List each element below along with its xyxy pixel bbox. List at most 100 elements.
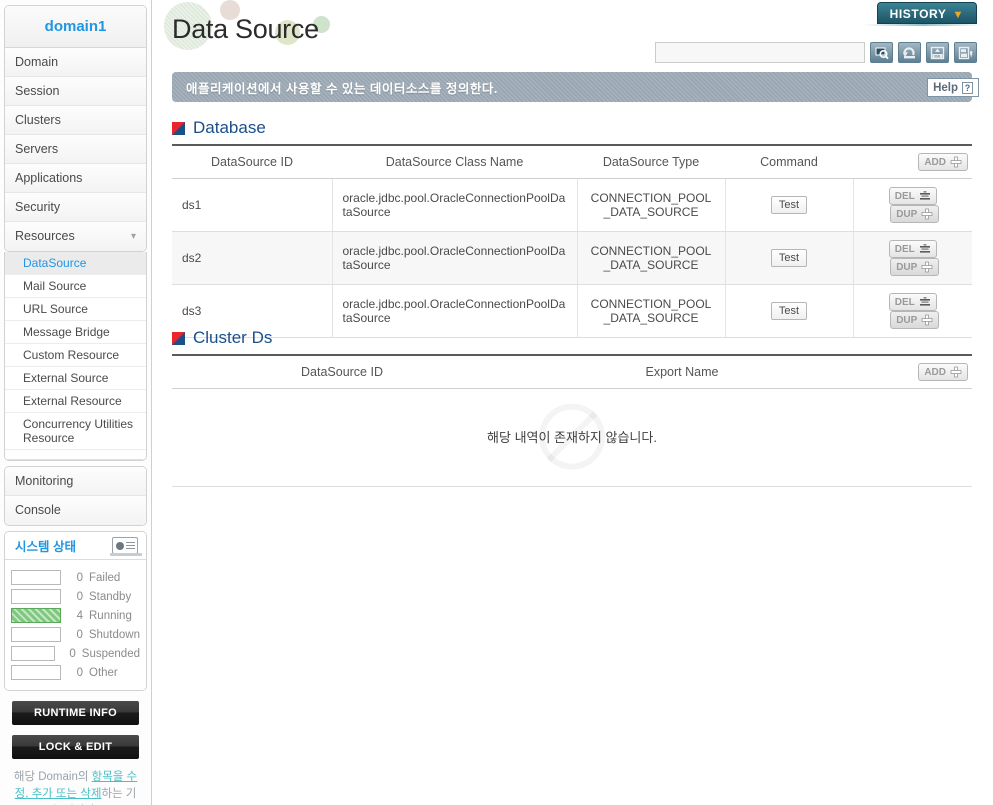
- sidebar-sub-spacer: [5, 450, 146, 460]
- delete-button[interactable]: DEL: [888, 293, 937, 311]
- del-label: DEL: [894, 243, 915, 255]
- sidebar-sub-card: DataSource Mail Source URL Source Message B…: [4, 252, 147, 461]
- database-section: Database DataSource ID DataSource Class …: [172, 118, 972, 338]
- trash-icon: [919, 191, 930, 200]
- cell-actions: DEL DUP: [853, 178, 972, 232]
- sidebar-subitem-url-source[interactable]: URL Source: [5, 298, 146, 321]
- sidebar-item-monitoring[interactable]: Monitoring: [5, 467, 146, 496]
- sidebar: domain1 Domain Session Clusters Servers Appl…: [0, 0, 152, 805]
- refresh-glyph: [903, 46, 915, 58]
- status-count: 0: [76, 666, 83, 679]
- page-title: Data Source: [172, 14, 319, 44]
- chevron-down-icon: ▼: [952, 9, 964, 21]
- status-row-shutdown: 0 Shutdown: [11, 625, 140, 644]
- column-datasource-id: DataSource ID: [172, 144, 332, 179]
- pie-glyph: [116, 541, 124, 550]
- cell-datasource-id: ds2: [172, 231, 333, 285]
- delete-button[interactable]: DEL: [888, 240, 937, 258]
- sidebar-subitem-label: Custom Resource: [23, 348, 120, 362]
- cluster-ds-add-button[interactable]: ADD: [918, 363, 968, 381]
- sidebar-item-domain[interactable]: Domain: [5, 48, 146, 77]
- sidebar-subitem-label: Mail Source: [23, 279, 87, 293]
- status-label: Shutdown: [88, 628, 140, 641]
- sidebar-item-console[interactable]: Console: [5, 496, 146, 525]
- duplicate-button[interactable]: DUP: [890, 311, 940, 329]
- runtime-info-button[interactable]: RUNTIME INFO: [12, 701, 139, 725]
- sidebar-item-clusters[interactable]: Clusters: [5, 106, 146, 135]
- sidebar-subitem-datasource[interactable]: DataSource: [5, 252, 146, 275]
- sidebar-primary-nav: Domain Session Clusters Servers Applications…: [5, 48, 146, 251]
- cluster-ds-section-header: Cluster Ds: [172, 328, 972, 348]
- system-status-card: 시스템 상태 0 Failed 0 Standby 4 Running 0 Shutdown 0…: [4, 531, 147, 691]
- lock-edit-button[interactable]: LOCK & EDIT: [12, 735, 139, 759]
- note-prefix: 해당 Domain의: [13, 771, 92, 783]
- column-datasource-type: DataSource Type: [577, 144, 725, 179]
- sidebar-subitem-label: External Resource: [23, 394, 122, 408]
- sidebar-subitem-message-bridge[interactable]: Message Bridge: [5, 321, 146, 344]
- cluster-ds-section: Cluster Ds DataSource ID Export Name ADD: [172, 328, 972, 487]
- sidebar-subitem-label: Concurrency Utilities Resource: [23, 417, 134, 445]
- sidebar-subitem-label: External Source: [23, 371, 109, 385]
- database-section-header: Database: [172, 118, 972, 138]
- status-bar: [11, 646, 56, 661]
- cluster-ds-empty-message: 해당 내역이 존재하지 않습니다.: [172, 389, 972, 487]
- status-bar: [11, 589, 61, 604]
- cell-datasource-type: CONNECTION_POOL_​DATA_SOURCE: [577, 231, 726, 285]
- sidebar-item-label: Clusters: [15, 113, 61, 127]
- status-row-running: 4 Running: [11, 606, 140, 625]
- sidebar-subitem-external-resource[interactable]: External Resource: [5, 390, 146, 413]
- refresh-icon[interactable]: [898, 42, 921, 63]
- status-row-standby: 0 Standby: [11, 587, 140, 606]
- cluster-ds-table: DataSource ID Export Name ADD: [172, 354, 972, 389]
- column-export-name: Export Name: [512, 354, 852, 389]
- test-button[interactable]: Test: [770, 196, 808, 214]
- save-document-icon[interactable]: [954, 42, 977, 63]
- sidebar-item-servers[interactable]: Servers: [5, 135, 146, 164]
- cell-datasource-type: CONNECTION_POOL_​DATA_SOURCE: [577, 178, 726, 232]
- status-row-suspended: 0 Suspended: [11, 644, 140, 663]
- status-count: 0: [76, 590, 83, 603]
- duplicate-button[interactable]: DUP: [890, 258, 940, 276]
- sidebar-subitem-custom-resource[interactable]: Custom Resource: [5, 344, 146, 367]
- system-status-rows: 0 Failed 0 Standby 4 Running 0 Shutdown 0 Suspend…: [5, 560, 146, 690]
- test-button[interactable]: Test: [770, 249, 808, 267]
- sidebar-item-applications[interactable]: Applications: [5, 164, 146, 193]
- cluster-ds-section-title: Cluster Ds: [193, 328, 273, 347]
- sidebar-item-label: Resources: [15, 229, 75, 243]
- status-bar: [11, 608, 61, 623]
- cell-command: Test: [725, 231, 854, 285]
- export-xml-icon[interactable]: XML: [926, 42, 949, 63]
- sidebar-subitem-concurrency-utilities-resource[interactable]: Concurrency Utilities Resource: [5, 413, 146, 450]
- test-button[interactable]: Test: [770, 302, 808, 320]
- dup-label: DUP: [896, 208, 918, 220]
- duplicate-button[interactable]: DUP: [890, 205, 940, 223]
- column-command: Command: [725, 144, 853, 179]
- plus-icon: [921, 261, 933, 273]
- add-label: ADD: [924, 156, 946, 168]
- sidebar-item-resources[interactable]: Resources ▾: [5, 222, 146, 251]
- sidebar-item-label: Console: [15, 503, 61, 517]
- dup-label: DUP: [896, 261, 918, 273]
- sidebar-item-session[interactable]: Session: [5, 77, 146, 106]
- sidebar-subitem-mail-source[interactable]: Mail Source: [5, 275, 146, 298]
- banner-text: 애플리케이션에서 사용할 수 있는 데이터소스를 정의한다.: [186, 81, 498, 96]
- section-square-icon: [172, 331, 185, 345]
- delete-button[interactable]: DEL: [888, 187, 937, 205]
- search-input[interactable]: [655, 42, 865, 63]
- history-button[interactable]: HISTORY ▼: [876, 2, 977, 24]
- sidebar-subitem-external-source[interactable]: External Source: [5, 367, 146, 390]
- empty-text: 해당 내역이 존재하지 않습니다.: [487, 430, 657, 445]
- laptop-monitor-icon[interactable]: [110, 537, 142, 556]
- status-label: Failed: [89, 571, 121, 584]
- help-label: Help: [933, 81, 958, 94]
- help-button[interactable]: Help ?: [927, 78, 979, 97]
- sidebar-item-label: Applications: [15, 171, 83, 185]
- cell-command: Test: [725, 178, 854, 232]
- sidebar-nav-card: domain1 Domain Session Clusters Servers Appl…: [4, 5, 147, 252]
- database-add-button[interactable]: ADD: [918, 153, 968, 171]
- sidebar-item-security[interactable]: Security: [5, 193, 146, 222]
- sidebar-item-label: Monitoring: [15, 474, 74, 488]
- search-icon[interactable]: [870, 42, 893, 63]
- dup-label: DUP: [896, 314, 918, 326]
- database-table: DataSource ID DataSource Class Name Data…: [172, 144, 972, 338]
